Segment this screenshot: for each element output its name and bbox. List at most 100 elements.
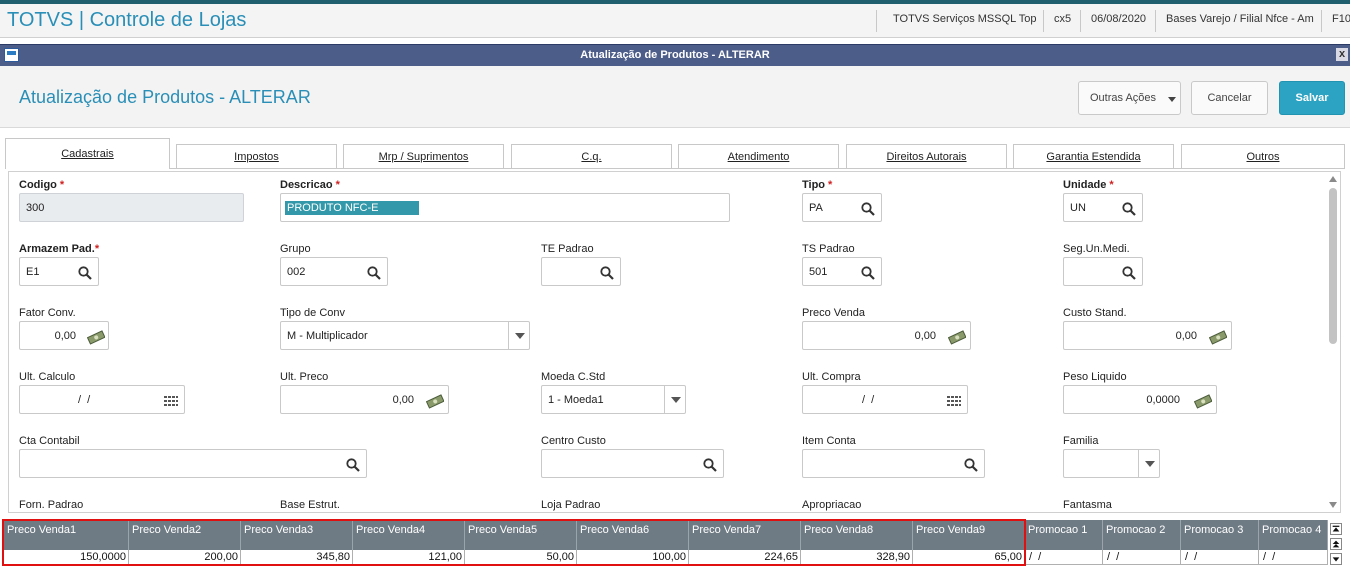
search-icon[interactable] (599, 265, 615, 281)
ts-padrao-label: TS Padrao (802, 243, 855, 255)
scroll-down-icon[interactable] (1329, 502, 1337, 508)
te-padrao-field[interactable] (541, 257, 621, 286)
tab-impostos[interactable]: Impostos (176, 144, 337, 169)
peso-liquido-field[interactable]: 0,0000 (1063, 385, 1217, 414)
tab-atendimento[interactable]: Atendimento (678, 144, 839, 169)
app-header: TOTVS | Controle de Lojas TOTVS Serviços… (0, 4, 1350, 38)
grupo-field[interactable]: 002 (280, 257, 388, 286)
search-icon[interactable] (702, 457, 718, 473)
header-environment: TOTVS Serviços MSSQL Top (893, 13, 1037, 25)
grid-cell[interactable]: / / (1181, 550, 1259, 565)
centro-custo-field[interactable] (541, 449, 724, 478)
centro-custo-label: Centro Custo (541, 435, 606, 447)
armazem-field[interactable]: E1 (19, 257, 99, 286)
custo-stand-field[interactable]: 0,00 (1063, 321, 1232, 350)
header-divider (1155, 10, 1156, 32)
preco-venda-label: Preco Venda (802, 307, 865, 319)
grid-cell[interactable]: / / (1259, 550, 1328, 565)
seg-un-label: Seg.Un.Medi. (1063, 243, 1130, 255)
scroll-thumb[interactable] (1329, 188, 1337, 344)
familia-label: Familia (1063, 435, 1099, 447)
search-icon[interactable] (366, 265, 382, 281)
grid-header-cell[interactable]: Promocao 1 (1025, 520, 1103, 550)
app-root: TOTVS | Controle de Lojas TOTVS Serviços… (0, 0, 1350, 569)
grid-header-cell[interactable]: Promocao 2 (1103, 520, 1181, 550)
grid-cell[interactable]: / / (1103, 550, 1181, 565)
search-icon[interactable] (963, 457, 979, 473)
search-icon[interactable] (1121, 201, 1137, 217)
scroll-up-icon[interactable] (1330, 538, 1342, 550)
tipo-conv-select[interactable]: M - Multiplicador (280, 321, 530, 350)
window-close-button[interactable]: x (1336, 48, 1348, 61)
cta-contabil-label: Cta Contabil (19, 435, 80, 447)
familia-select[interactable] (1063, 449, 1160, 478)
grid-scrollbar[interactable] (1328, 521, 1344, 568)
money-icon[interactable] (1209, 329, 1227, 345)
header-divider (1080, 10, 1081, 32)
money-icon[interactable] (87, 329, 105, 345)
armazem-label: Armazem Pad.* (19, 243, 100, 255)
tab-garantia-estendida[interactable]: Garantia Estendida (1013, 144, 1174, 169)
descricao-field[interactable]: PRODUTO NFC-E (280, 193, 730, 222)
codigo-field[interactable]: 300 (19, 193, 244, 222)
money-icon[interactable] (948, 329, 966, 345)
scroll-up-icon[interactable] (1329, 176, 1337, 182)
tab-outros[interactable]: Outros (1181, 144, 1345, 169)
descricao-value: PRODUTO NFC-E (285, 201, 419, 215)
grid-header-cell[interactable]: Promocao 4 (1259, 520, 1328, 550)
seg-un-field[interactable] (1063, 257, 1143, 286)
tab-mrp-suprimentos[interactable]: Mrp / Suprimentos (343, 144, 504, 169)
tab-cq[interactable]: C.q. (511, 144, 672, 169)
loja-padrao-label: Loja Padrao (541, 499, 601, 511)
save-button[interactable]: Salvar (1279, 81, 1345, 115)
te-padrao-label: TE Padrao (541, 243, 594, 255)
header-divider (1043, 10, 1044, 32)
item-conta-field[interactable] (802, 449, 985, 478)
search-icon[interactable] (345, 457, 361, 473)
ult-calculo-field[interactable]: / / (19, 385, 185, 414)
unidade-field[interactable]: UN (1063, 193, 1143, 222)
calendar-icon[interactable] (946, 393, 962, 409)
search-icon[interactable] (860, 201, 876, 217)
custo-stand-label: Custo Stand. (1063, 307, 1127, 319)
highlight-box (2, 519, 1026, 566)
cancel-button[interactable]: Cancelar (1191, 81, 1268, 115)
page-header: Atualização de Produtos - ALTERAR Outras… (0, 66, 1350, 128)
grid-cell[interactable]: / / (1025, 550, 1103, 565)
app-title: TOTVS | Controle de Lojas (7, 9, 247, 31)
ult-preco-label: Ult. Preco (280, 371, 329, 383)
money-icon[interactable] (426, 393, 444, 409)
forn-padrao-label: Forn. Padrao (19, 499, 84, 511)
search-icon[interactable] (77, 265, 93, 281)
search-icon[interactable] (860, 265, 876, 281)
scroll-top-icon[interactable] (1330, 523, 1342, 535)
tab-cadastrais[interactable]: Cadastrais (5, 138, 170, 169)
ts-padrao-field[interactable]: 501 (802, 257, 882, 286)
fator-conv-field[interactable]: 0,00 (19, 321, 109, 350)
money-icon[interactable] (1194, 393, 1212, 409)
moeda-select[interactable]: 1 - Moeda1 (541, 385, 686, 414)
moeda-value: 1 - Moeda1 (548, 394, 604, 406)
outras-acoes-button[interactable]: Outras Ações (1078, 81, 1181, 115)
item-conta-label: Item Conta (802, 435, 856, 447)
descricao-label: Descricao * (280, 179, 340, 191)
header-branch: Bases Varejo / Filial Nfce - Am (1166, 13, 1314, 25)
peso-liquido-value: 0,0000 (1146, 394, 1180, 406)
calendar-icon[interactable] (163, 393, 179, 409)
chevron-down-icon (671, 397, 681, 403)
window-titlebar: Atualização de Produtos - ALTERAR x (0, 44, 1350, 66)
header-f10[interactable]: F10 (1332, 13, 1350, 25)
grid-header-cell[interactable]: Promocao 3 (1181, 520, 1259, 550)
form-scrollbar[interactable] (1326, 172, 1340, 512)
tipo-conv-label: Tipo de Conv (280, 307, 346, 319)
cta-contabil-field[interactable] (19, 449, 367, 478)
header-user: cx5 (1054, 13, 1072, 25)
outras-acoes-label: Outras Ações (1090, 92, 1157, 104)
scroll-down-icon[interactable] (1330, 553, 1342, 565)
tab-direitos-autorais[interactable]: Direitos Autorais (846, 144, 1007, 169)
ult-preco-field[interactable]: 0,00 (280, 385, 449, 414)
preco-venda-field[interactable]: 0,00 (802, 321, 971, 350)
tipo-field[interactable]: PA (802, 193, 882, 222)
ult-compra-field[interactable]: / / (802, 385, 968, 414)
search-icon[interactable] (1121, 265, 1137, 281)
